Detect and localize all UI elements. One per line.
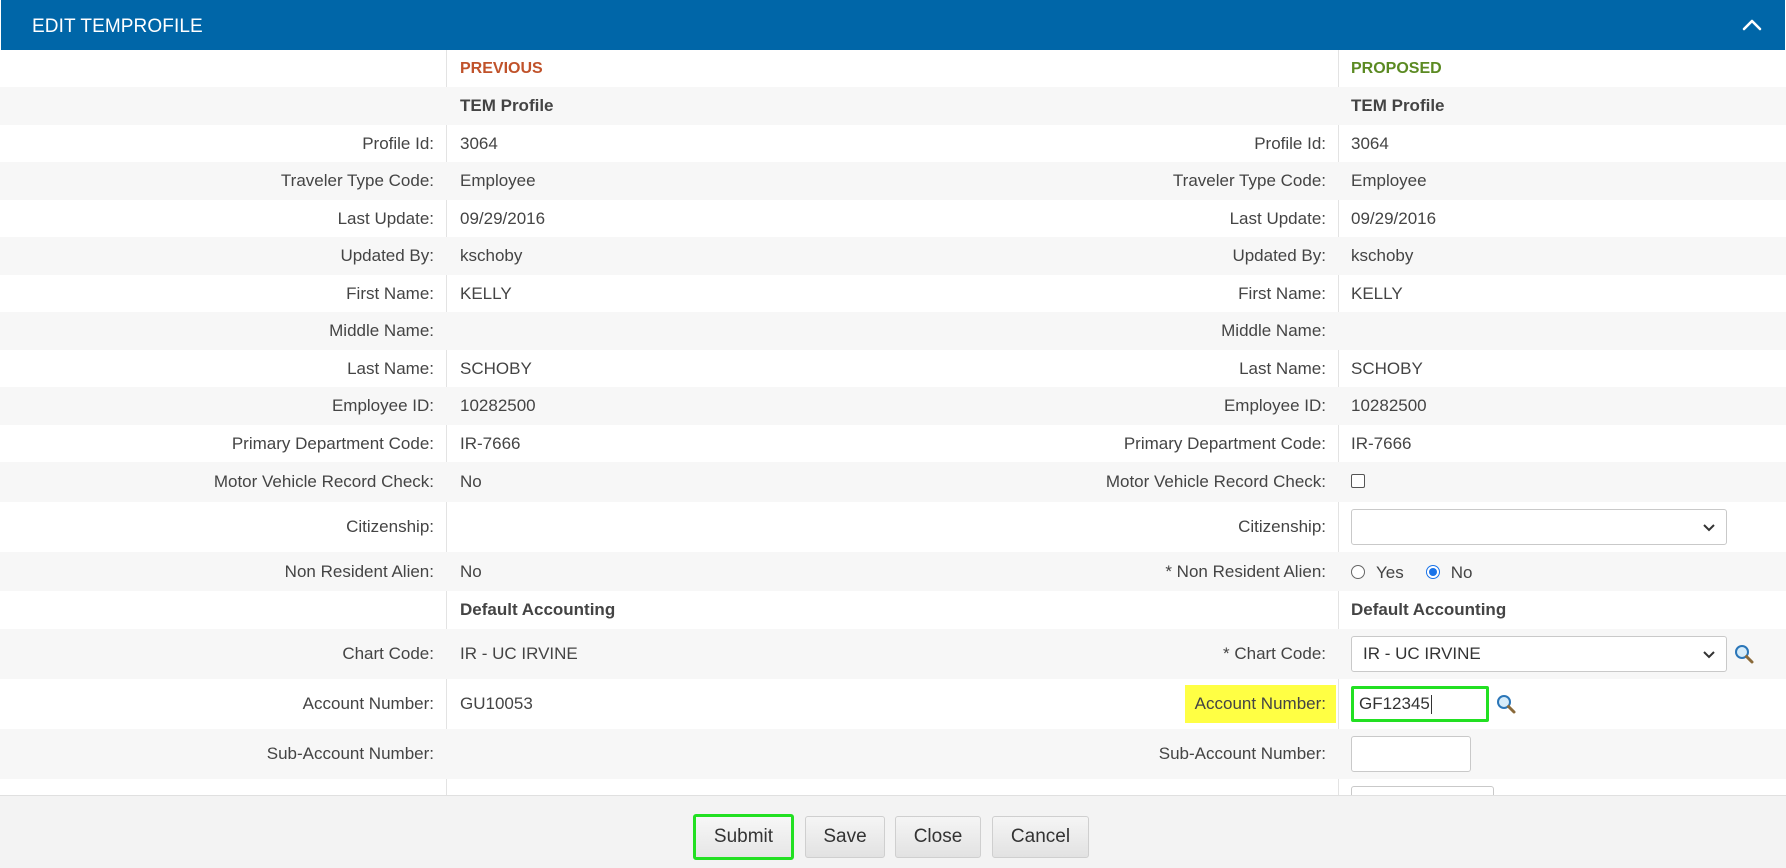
dept-code-proposed: IR-7666 [1351,433,1412,453]
row-account-number: Account Number: GU10053 Account Number: … [0,679,1786,729]
traveler-type-label: Traveler Type Code: [280,171,434,190]
traveler-type-proposed: Employee [1351,171,1427,190]
row-profile-id: Profile Id: 3064 Profile Id: 3064 [0,125,1786,162]
citizenship-select[interactable] [1351,509,1727,545]
chevron-down-icon [1703,651,1715,659]
first-name-label-proposed: First Name: [1238,283,1326,303]
panel-title: EDIT TEMPROFILE [32,16,203,37]
row-last-update: Last Update: 09/29/2016 Last Update: 09/… [0,200,1786,237]
column-header-row: PREVIOUS PROPOSED [0,50,1786,87]
search-icon[interactable] [1733,643,1755,665]
chart-code-label: Chart Code: [342,644,434,663]
cancel-button[interactable]: Cancel [992,816,1089,858]
updated-by-proposed: kschoby [1351,246,1414,265]
profile-id-label-proposed: Profile Id: [1254,133,1326,153]
first-name-proposed: KELLY [1351,283,1403,303]
mvr-check-label-proposed: Motor Vehicle Record Check: [1105,472,1326,491]
citizenship-label-proposed: Citizenship: [1238,517,1326,536]
row-last-name: Last Name: SCHOBY Last Name: SCHOBY [0,350,1786,387]
chart-code-select[interactable]: IR - UC IRVINE [1351,636,1727,672]
radio-yes-label: Yes [1376,562,1404,582]
non-resident-alien-label: Non Resident Alien: [284,561,434,581]
partial-input[interactable] [1351,786,1494,795]
section-title-proposed: Default Accounting [1351,600,1507,619]
row-first-name: First Name: KELLY First Name: KELLY [0,275,1786,312]
chart-code-label-proposed: * Chart Code: [1223,644,1326,663]
account-number-input-value: GF12345 [1359,694,1430,713]
panel-header: EDIT TEMPROFILE [1,0,1785,50]
section-row-tem-profile: TEM Profile TEM Profile [0,87,1786,125]
radio-no[interactable] [1425,564,1440,579]
last-name-label-proposed: Last Name: [1239,358,1326,378]
account-number-label-proposed: Account Number: [1184,685,1336,723]
updated-by-label-proposed: Updated By: [1232,246,1326,265]
search-icon[interactable] [1495,693,1517,715]
employee-id-label: Employee ID: [331,396,434,415]
row-mvr-check: Motor Vehicle Record Check: No Motor Veh… [0,462,1786,502]
account-number-label: Account Number: [302,694,434,713]
row-chart-code: Chart Code: IR - UC IRVINE * Chart Code:… [0,629,1786,679]
dept-code-label-proposed: Primary Department Code: [1123,433,1326,453]
chevron-down-icon [1703,524,1715,532]
radio-yes[interactable] [1351,564,1365,579]
middle-name-label: Middle Name: [329,321,434,340]
employee-id-proposed: 10282500 [1351,396,1427,415]
section-row-default-accounting: Default Accounting Default Accounting [0,591,1786,629]
section-title-previous: Default Accounting [460,600,616,619]
middle-name-label-proposed: Middle Name: [1221,321,1326,340]
last-update-label-proposed: Last Update: [1229,208,1326,228]
row-traveler-type: Traveler Type Code: Employee Traveler Ty… [0,162,1786,200]
citizenship-label: Citizenship: [346,517,434,536]
section-title-previous: TEM Profile [460,96,554,115]
last-update-label: Last Update: [337,208,434,228]
chart-code-selected-value: IR - UC IRVINE [1363,644,1481,663]
button-bar: Submit Save Close Cancel [0,795,1786,868]
section-title-proposed: TEM Profile [1351,96,1445,115]
employee-id-label-proposed: Employee ID: [1223,396,1326,415]
row-non-resident-alien: Non Resident Alien: No * Non Resident Al… [0,552,1786,591]
proposed-column-header: PROPOSED [1351,59,1442,77]
sub-account-label: Sub-Account Number: [266,744,434,763]
previous-column-header: PREVIOUS [460,59,543,77]
row-sub-account: Sub-Account Number: Sub-Account Number: [0,729,1786,779]
account-number-input[interactable]: GF12345 [1351,686,1489,722]
submit-button[interactable]: Submit [693,814,794,860]
mvr-check-checkbox[interactable] [1351,474,1365,488]
traveler-type-label-proposed: Traveler Type Code: [1172,171,1326,190]
sub-account-label-proposed: Sub-Account Number: [1158,744,1326,763]
last-name-label: Last Name: [347,358,434,378]
updated-by-label: Updated By: [340,246,434,265]
sub-account-input[interactable] [1351,736,1471,772]
row-citizenship: Citizenship: Citizenship: [0,502,1786,552]
profile-id-label: Profile Id: [362,133,434,153]
profile-id-proposed: 3064 [1351,133,1389,153]
row-updated-by: Updated By: kschoby Updated By: kschoby [0,237,1786,275]
close-button[interactable]: Close [895,816,981,858]
mvr-check-label: Motor Vehicle Record Check: [213,472,434,491]
radio-no-label: No [1450,562,1473,582]
chevron-up-icon[interactable] [1741,14,1763,36]
dept-code-label: Primary Department Code: [231,433,434,453]
last-name-proposed: SCHOBY [1351,358,1423,378]
row-partial [0,779,1786,795]
row-dept-code: Primary Department Code: IR-7666 Primary… [0,425,1786,462]
text-caret [1430,694,1432,714]
last-update-proposed: 09/29/2016 [1351,208,1437,228]
row-middle-name: Middle Name: Middle Name: [0,312,1786,350]
save-button[interactable]: Save [805,816,885,858]
non-resident-alien-radio-group: Yes No [1351,561,1494,583]
comparison-grid: PREVIOUS PROPOSED TEM Profile TEM Profil… [0,50,1786,795]
non-resident-alien-label-proposed: * Non Resident Alien: [1165,561,1326,581]
first-name-label: First Name: [346,283,434,303]
row-employee-id: Employee ID: 10282500 Employee ID: 10282… [0,387,1786,425]
